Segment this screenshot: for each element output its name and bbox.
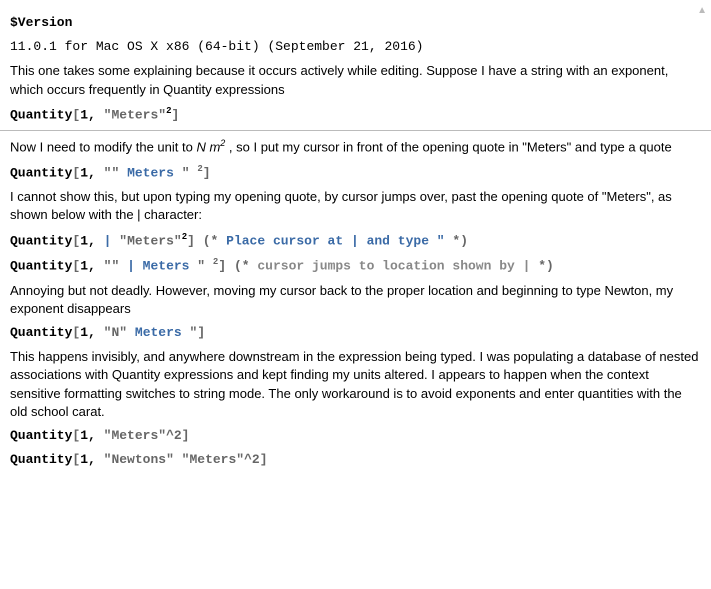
input-cell-quantity-3a: Quantity[1, | "Meters"2] (* Place cursor… <box>10 231 701 251</box>
arg-number: 1 <box>80 233 88 248</box>
quote: " <box>111 233 127 248</box>
comment-text: and type " <box>359 233 453 248</box>
divider <box>0 130 711 131</box>
string: Meters <box>135 325 182 340</box>
fn: Quantity <box>10 428 72 443</box>
comment-close: *) <box>452 233 468 248</box>
sep: , <box>88 452 104 467</box>
string: Meters <box>127 233 174 248</box>
input-cell-quantity-6: Quantity[1, "Newtons" "Meters"^2] <box>10 451 701 469</box>
output-cell-version: 11.0.1 for Mac OS X x86 (64-bit) (Septem… <box>10 38 701 56</box>
bracket-close: ] <box>203 165 211 180</box>
quotes: "" <box>104 259 120 274</box>
input-cell-quantity-1: Quantity[1, "Meters"2] <box>10 105 701 125</box>
string: Meters <box>143 259 190 274</box>
sep: , <box>88 259 104 274</box>
arg-number: 1 <box>80 259 88 274</box>
sep: , <box>88 233 104 248</box>
text-paragraph: I cannot show this, but upon typing my o… <box>10 188 701 224</box>
unit-text: N m <box>196 140 220 155</box>
sp <box>127 325 135 340</box>
comment-close: *) <box>530 259 553 274</box>
quote: " <box>197 259 205 274</box>
input-cell-version: $Version <box>10 14 701 32</box>
text-paragraph: This one takes some explaining because i… <box>10 62 701 98</box>
scroll-up-icon: ▲ <box>697 4 707 18</box>
input-cell-quantity-3b: Quantity[1, "" | Meters " 2] (* cursor j… <box>10 256 701 276</box>
text: , so I put my cursor in front of the ope… <box>225 140 671 155</box>
comment-open: (* <box>195 233 226 248</box>
input-cell-quantity-4: Quantity[1, "N" Meters "] <box>10 324 701 342</box>
bracket-close: ] <box>260 452 268 467</box>
string: "Meters"^2 <box>104 428 182 443</box>
bracket-close: ] <box>172 107 180 122</box>
input-cell-quantity-5: Quantity[1, "Meters"^2] <box>10 427 701 445</box>
sep: , <box>88 325 104 340</box>
arg-number: 1 <box>80 165 88 180</box>
string: "Newtons" "Meters"^2 <box>104 452 260 467</box>
sp <box>174 165 182 180</box>
sep: , <box>88 428 104 443</box>
fn: Quantity <box>10 165 72 180</box>
quote: " <box>158 107 166 122</box>
quote: " <box>174 233 182 248</box>
text-paragraph: Annoying but not deadly. However, moving… <box>10 282 701 318</box>
sp <box>205 259 213 274</box>
fn: Quantity <box>10 325 72 340</box>
bracket-close: ] <box>182 428 190 443</box>
bracket-close: ] <box>197 325 205 340</box>
sp <box>182 325 190 340</box>
text-paragraph: Now I need to modify the unit to N m2 , … <box>10 137 701 157</box>
quote: " <box>119 325 127 340</box>
cursor-bar: | <box>119 259 142 274</box>
comment-open: (* <box>226 259 257 274</box>
bracket-close: ] <box>218 259 226 274</box>
fn: Quantity <box>10 107 72 122</box>
fn: Quantity <box>10 452 72 467</box>
sep: , <box>88 107 104 122</box>
quotes: "" <box>104 165 120 180</box>
sep: , <box>88 165 104 180</box>
comment-text: Place cursor at <box>226 233 351 248</box>
arg-number: 1 <box>80 452 88 467</box>
arg-number: 1 <box>80 325 88 340</box>
comment-bar: | <box>351 233 359 248</box>
string: Meters <box>111 107 158 122</box>
sp <box>119 165 127 180</box>
input-cell-quantity-2: Quantity[1, "" Meters " 2] <box>10 163 701 183</box>
arg-number: 1 <box>80 428 88 443</box>
bracket-close: ] <box>187 233 195 248</box>
text: Now I need to modify the unit to <box>10 140 196 155</box>
comment-text: cursor jumps to location shown by <box>257 259 522 274</box>
string: Meters <box>127 165 174 180</box>
text-paragraph: This happens invisibly, and anywhere dow… <box>10 348 701 421</box>
quote: " <box>182 165 190 180</box>
arg-number: 1 <box>80 107 88 122</box>
fn: Quantity <box>10 259 72 274</box>
fn: Quantity <box>10 233 72 248</box>
